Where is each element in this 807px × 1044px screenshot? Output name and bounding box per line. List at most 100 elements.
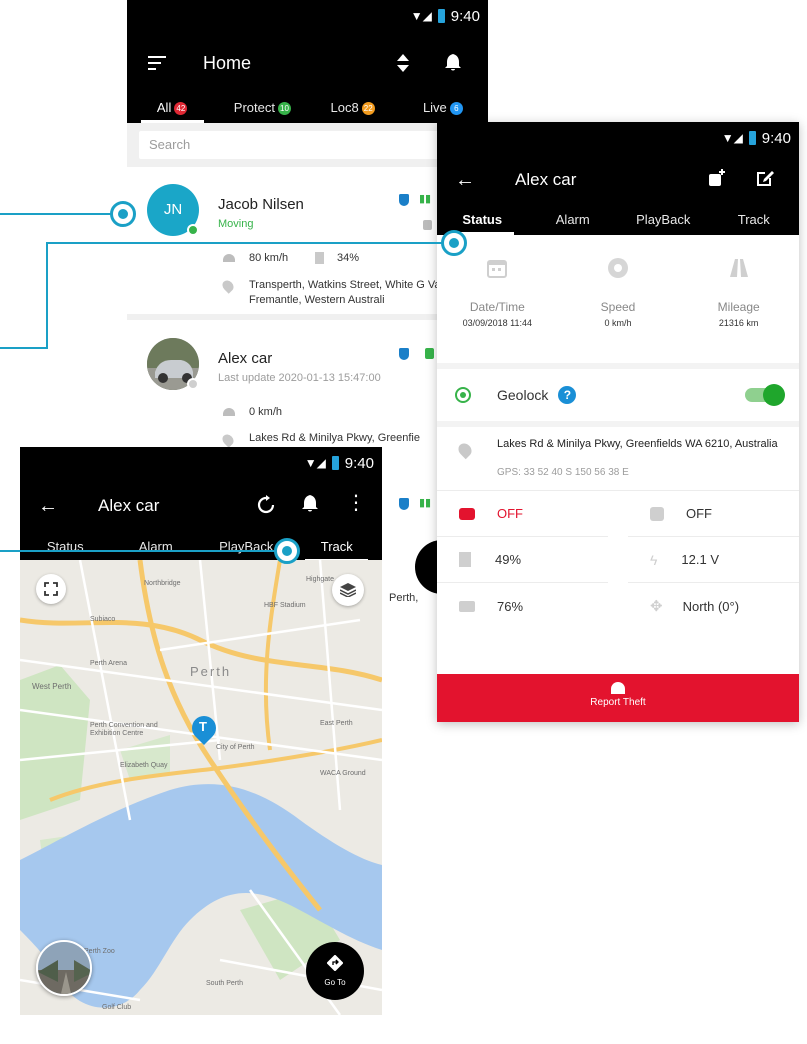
marker-letter: T bbox=[199, 719, 207, 734]
map-label-east-perth: East Perth bbox=[320, 720, 353, 727]
back-arrow-icon[interactable]: ← bbox=[455, 169, 475, 192]
status-screen: ▼◢ 9:40 ← Alex car Status Alarm PlayBack… bbox=[437, 122, 799, 722]
grid-cell-alarm: OFF bbox=[437, 491, 608, 537]
stat-label: Speed bbox=[600, 300, 636, 314]
layers-icon bbox=[340, 583, 356, 597]
tab-protect[interactable]: Protect 10 bbox=[217, 94, 307, 123]
map-label-waca: WACA Ground bbox=[320, 770, 366, 777]
search-area: Search bbox=[127, 123, 488, 167]
connector-line bbox=[46, 242, 48, 349]
car-alarm-icon bbox=[459, 507, 475, 520]
vehicle-fuel: 34% bbox=[337, 252, 360, 264]
fullscreen-button[interactable] bbox=[36, 574, 66, 604]
tab-track[interactable]: Track bbox=[709, 206, 800, 235]
map-label-golf: Golf Club bbox=[102, 1004, 132, 1011]
stats-row: Date/Time 03/09/2018 11:44 Speed 0 km/h … bbox=[437, 235, 799, 369]
map-label-elizabeth-quay: Elizabeth Quay bbox=[120, 762, 168, 769]
connector-dot bbox=[110, 201, 136, 227]
street-view-thumbnail[interactable] bbox=[36, 940, 92, 996]
grid-value: OFF bbox=[686, 506, 712, 521]
connector-line bbox=[46, 242, 443, 244]
speed-icon bbox=[223, 408, 235, 416]
badge-protect: 10 bbox=[277, 102, 291, 115]
back-arrow-icon[interactable]: ← bbox=[38, 495, 58, 518]
tab-playback[interactable]: PlayBack bbox=[618, 206, 709, 235]
help-icon[interactable]: ? bbox=[558, 386, 577, 404]
grid-value: North (0°) bbox=[682, 598, 740, 614]
notifications-icon[interactable] bbox=[445, 54, 461, 72]
stat-value: 03/09/2018 11:44 bbox=[462, 318, 533, 328]
report-theft-label: Report Theft bbox=[590, 697, 646, 708]
map-label-highgate: Highgate bbox=[306, 576, 335, 583]
tab-track[interactable]: Track bbox=[292, 533, 383, 562]
vehicle-name: Jacob Nilsen bbox=[218, 196, 304, 213]
layers-button[interactable] bbox=[332, 574, 364, 606]
grid-cell-battery: 76% bbox=[437, 583, 608, 629]
tab-live[interactable]: Live 6 bbox=[398, 94, 488, 123]
vehicle-name: Alex car bbox=[218, 350, 273, 367]
wifi-icon: ▼◢ bbox=[410, 9, 432, 23]
battery-status-icon bbox=[437, 9, 445, 23]
map-label-south-perth: South Perth bbox=[206, 980, 243, 987]
badge-loc8: 22 bbox=[361, 102, 375, 115]
connector-line bbox=[0, 347, 48, 349]
tab-all[interactable]: All 42 bbox=[127, 94, 217, 123]
map-label-west-perth: West Perth bbox=[32, 682, 72, 691]
notifications-icon[interactable] bbox=[302, 495, 318, 513]
status-grid: OFF OFF 49% ϟ 12.1 V 76% ✥ North (0°) bbox=[437, 491, 799, 629]
connector-dot bbox=[274, 538, 300, 564]
address-text: Lakes Rd & Minilya Pkwy, Greenfields WA … bbox=[497, 438, 778, 450]
refresh-icon[interactable] bbox=[256, 495, 276, 515]
offline-status-dot bbox=[187, 378, 199, 390]
connector-line bbox=[0, 213, 112, 215]
online-status-dot bbox=[187, 224, 199, 236]
list-item[interactable]: Alex car Last update 2020-01-13 15:47:00… bbox=[127, 326, 488, 456]
page-title: Alex car bbox=[515, 170, 577, 189]
shield-icon bbox=[399, 194, 409, 206]
map-label-subiaco: Subiaco bbox=[90, 616, 116, 623]
report-theft-button[interactable]: Report Theft bbox=[437, 674, 799, 722]
list-item[interactable]: JN Jacob Nilsen Moving ▮▮ 80 km/h 34% Tr… bbox=[127, 172, 488, 320]
sort-menu-icon[interactable] bbox=[147, 56, 167, 70]
stat-speed: Speed 0 km/h bbox=[558, 257, 679, 363]
tab-alarm[interactable]: Alarm bbox=[528, 206, 619, 235]
direction-icon: ✥ bbox=[650, 598, 663, 615]
detail-tabs: Status Alarm PlayBack Track bbox=[437, 206, 799, 235]
add-accessory-icon[interactable] bbox=[707, 168, 727, 188]
status-bar: ▼◢ 9:40 bbox=[127, 0, 488, 32]
edit-icon[interactable] bbox=[755, 168, 775, 188]
shield-icon bbox=[399, 498, 409, 510]
map-label-city: Perth bbox=[190, 664, 232, 679]
vehicle-speed: 0 km/h bbox=[249, 406, 283, 418]
connector-line bbox=[0, 550, 276, 552]
vehicle-address: Lakes Rd & Minilya Pkwy, Greenfie bbox=[249, 432, 420, 444]
signal-icon: ▮▮ bbox=[419, 497, 432, 509]
calendar-icon bbox=[487, 260, 508, 278]
stat-datetime: Date/Time 03/09/2018 11:44 bbox=[437, 257, 558, 363]
grid-cell-fuel: 49% bbox=[437, 537, 608, 583]
search-input[interactable]: Search bbox=[139, 131, 476, 159]
go-to-button[interactable]: Go To bbox=[306, 942, 364, 1000]
geolock-label: Geolock bbox=[497, 387, 549, 403]
address-row: Lakes Rd & Minilya Pkwy, Greenfields WA … bbox=[437, 427, 799, 491]
tab-status[interactable]: Status bbox=[20, 533, 111, 562]
map-label-northbridge: Northbridge bbox=[144, 580, 181, 587]
map-view[interactable]: Perth West Perth Perth Arena Perth Conve… bbox=[20, 560, 382, 1015]
stat-label: Date/Time bbox=[469, 300, 525, 314]
geolock-toggle[interactable] bbox=[745, 384, 785, 406]
badge-all: 42 bbox=[174, 102, 188, 115]
map-label-perth-arena: Perth Arena bbox=[90, 660, 127, 667]
battery-icon bbox=[459, 600, 475, 612]
tab-alarm[interactable]: Alarm bbox=[111, 533, 202, 562]
location-pin-icon bbox=[455, 440, 475, 460]
speedometer-icon bbox=[608, 258, 628, 278]
stat-value: 0 km/h bbox=[604, 318, 632, 328]
more-options-icon[interactable]: ⋮ bbox=[346, 493, 366, 513]
page-title: Alex car bbox=[98, 496, 160, 515]
vehicle-speed: 80 km/h bbox=[249, 252, 289, 264]
track-screen: ▼◢ 9:40 ← Alex car ⋮ Status Alarm PlayBa… bbox=[20, 447, 382, 1015]
tab-loc8[interactable]: Loc8 22 bbox=[308, 94, 398, 123]
location-pin-icon bbox=[220, 432, 236, 448]
sort-toggle-icon[interactable] bbox=[397, 54, 409, 72]
map-label-convention: Perth Convention and Exhibition Centre bbox=[90, 722, 158, 737]
